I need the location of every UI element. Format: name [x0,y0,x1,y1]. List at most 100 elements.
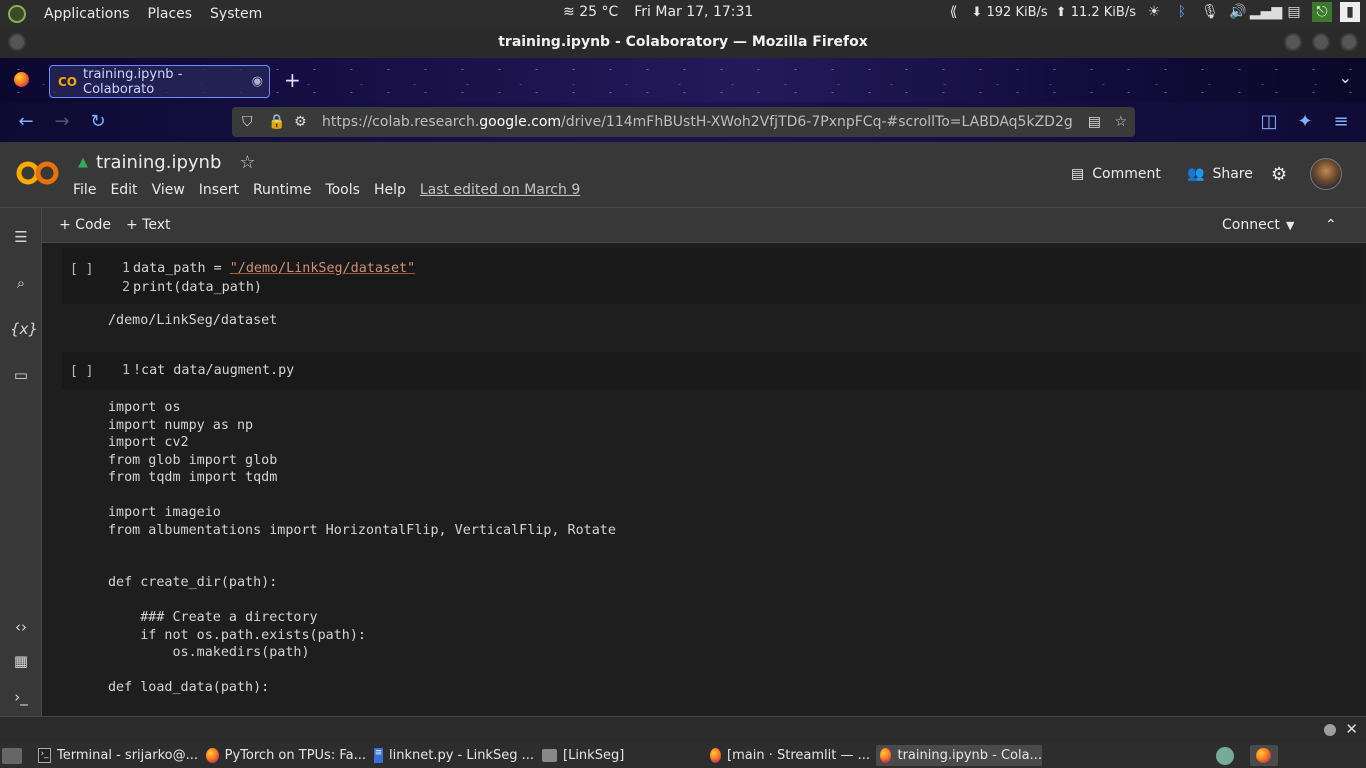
taskbar: ›_ Terminal - srijarko@... PyTorch on TPU… [0,742,1366,768]
firefox-icon [206,748,219,763]
menu-runtime[interactable]: Runtime [253,182,311,198]
connect-dropdown-icon[interactable]: ▼ [1286,219,1294,232]
star-notebook-icon[interactable]: ☆ [239,152,255,173]
connect-button[interactable]: Connect [1222,217,1280,233]
signal-icon[interactable]: ▂▄▆ [1250,2,1282,22]
volume-icon[interactable]: 🔊 [1228,2,1248,22]
menu-view[interactable]: View [152,182,185,198]
menu-tools[interactable]: Tools [325,182,360,198]
permissions-icon[interactable]: ⚙ [294,114,307,130]
taskbar-item-linkseg-folder[interactable]: [LinkSeg] [542,745,702,766]
tray-app-icon[interactable] [1216,745,1240,766]
show-desktop-icon[interactable] [2,745,32,766]
tab-title: training.ipynb - Colaborato [83,66,183,97]
files-folder-icon[interactable]: ▭ [10,364,32,386]
url-bar[interactable]: ⛉ 🔒 ⚙ https://colab.research. google.com /… [232,107,1135,137]
taskbar-item-streamlit[interactable]: [main · Streamlit — ... [710,745,870,766]
notebook-title[interactable]: training.ipynb [96,152,221,173]
new-tab-button[interactable]: + [284,68,301,92]
bluetooth-icon[interactable]: ᛒ [1172,2,1192,22]
run-cell-button[interactable]: [ ] [70,262,93,277]
notebook-toolbar: + Code + Text Connect ▼ ⌃ [42,208,1366,243]
code-line[interactable]: !cat data/augment.py [133,363,294,378]
network-activity-icon[interactable]: ⟪ [943,2,963,22]
back-arrow-icon[interactable]: ← [16,112,36,132]
table-of-contents-icon[interactable]: ☰ [10,226,32,248]
firefox-view-icon[interactable] [14,72,29,87]
browser-nav-bar: ← → ↻ ⛉ 🔒 ⚙ https://colab.research. googl… [0,102,1366,142]
tab-training-ipynb[interactable]: CO training.ipynb - Colaborato ◉ [49,65,270,98]
collapse-header-icon[interactable]: ⌃ [1325,217,1337,233]
menu-edit[interactable]: Edit [110,182,137,198]
menu-help[interactable]: Help [374,182,406,198]
command-palette-icon[interactable]: ▦ [10,650,32,672]
taskbar-item-training-ipynb[interactable]: training.ipynb - Cola... [876,745,1042,766]
add-code-button[interactable]: + Code [59,217,111,233]
search-icon[interactable]: ⌕ [10,272,32,294]
brightness-icon[interactable]: ☀ [1144,2,1164,22]
comment-button[interactable]: ▤ Comment [1071,166,1161,182]
bookmark-star-icon[interactable]: ☆ [1114,114,1127,130]
tab-sound-icon[interactable]: ◉ [252,74,263,89]
close-status-icon[interactable]: ✕ [1345,720,1358,738]
applications-menu[interactable]: Applications [44,6,130,22]
forward-arrow-icon[interactable]: → [52,112,72,132]
colab-status-strip: ✕ [0,716,1366,742]
url-domain: google.com [479,114,562,130]
taskbar-item-terminal[interactable]: ›_ Terminal - srijarko@... [38,745,198,766]
colab-header: ▲ training.ipynb ☆ File Edit View Insert… [0,142,1366,208]
shield-icon[interactable]: ⛉ [242,114,253,130]
clock[interactable]: Fri Mar 17, 17:31 [634,4,753,20]
add-text-button[interactable]: + Text [126,217,171,233]
pocket-icon[interactable]: ◫ [1259,112,1279,132]
code-cell[interactable]: [ ] 1 !cat data/augment.py [62,352,1361,390]
maximize-button[interactable] [1312,33,1330,51]
printer-icon[interactable]: ▤ [1284,2,1304,22]
tray-firefox-icon[interactable] [1250,745,1278,766]
code-line[interactable]: data_path = "/demo/LinkSeg/dataset" [133,261,415,276]
colab-logo-icon[interactable] [16,158,60,188]
code-line[interactable]: print(data_path) [133,280,262,295]
reader-view-icon[interactable]: ▤ [1088,114,1101,130]
minimize-button[interactable] [1284,33,1302,51]
window-title-bar[interactable]: training.ipynb - Colaboratory — Mozilla … [0,27,1366,58]
share-button[interactable]: 👥 Share [1187,166,1253,182]
connect-label: Connect [1222,217,1280,233]
distro-logo-icon[interactable] [8,4,26,23]
colab-favicon-icon: CO [58,74,78,89]
editor-app-icon: ≡ [374,748,383,763]
battery-icon[interactable]: ▮ [1340,2,1360,22]
microphone-icon[interactable]: 🎙 [1200,2,1220,22]
menu-file[interactable]: File [73,182,96,198]
drive-icon[interactable]: ▲ [78,155,88,170]
lock-icon[interactable]: 🔒 [268,114,285,130]
reload-icon[interactable]: ↻ [88,112,108,132]
terminal-icon[interactable]: ›_ [10,686,32,708]
tab-list-chevron-icon[interactable]: ⌄ [1339,68,1352,87]
taskbar-item-pytorch[interactable]: PyTorch on TPUs: Fa... [206,745,366,766]
last-edited-link[interactable]: Last edited on March 9 [420,182,580,198]
places-menu[interactable]: Places [148,6,193,22]
left-sidebar-rail: ☰ ⌕ {x} ▭ ‹› ▦ ›_ [0,208,42,716]
terminal-app-icon: ›_ [38,748,52,763]
menu-insert[interactable]: Insert [199,182,239,198]
close-window-button[interactable] [1340,33,1358,51]
task-label: Terminal - srijarko@... [57,748,198,763]
code-cell[interactable]: [ ] 1 2 data_path = "/demo/LinkSeg/datas… [62,248,1361,304]
weather-indicator[interactable]: ≋ 25 °C [563,4,618,20]
window-menu-button[interactable] [8,33,26,51]
code-snippets-icon[interactable]: ‹› [10,616,32,638]
notebook-area: [ ] 1 2 data_path = "/demo/LinkSeg/datas… [42,243,1366,716]
avatar[interactable] [1310,158,1342,190]
run-cell-button[interactable]: [ ] [70,364,93,379]
logout-icon[interactable]: ⎋ [1312,2,1332,22]
settings-gear-icon[interactable]: ⚙ [1271,164,1287,185]
task-label: linknet.py - LinkSeg ... [388,748,534,763]
system-menu[interactable]: System [210,6,262,22]
variables-icon[interactable]: {x} [10,318,38,340]
status-dot-icon[interactable] [1324,724,1336,736]
taskbar-item-linknet[interactable]: ≡ linknet.py - LinkSeg ... [374,745,534,766]
app-menu-icon[interactable]: ≡ [1331,112,1351,132]
folder-icon [542,749,557,762]
extensions-icon[interactable]: ✦ [1295,112,1315,132]
